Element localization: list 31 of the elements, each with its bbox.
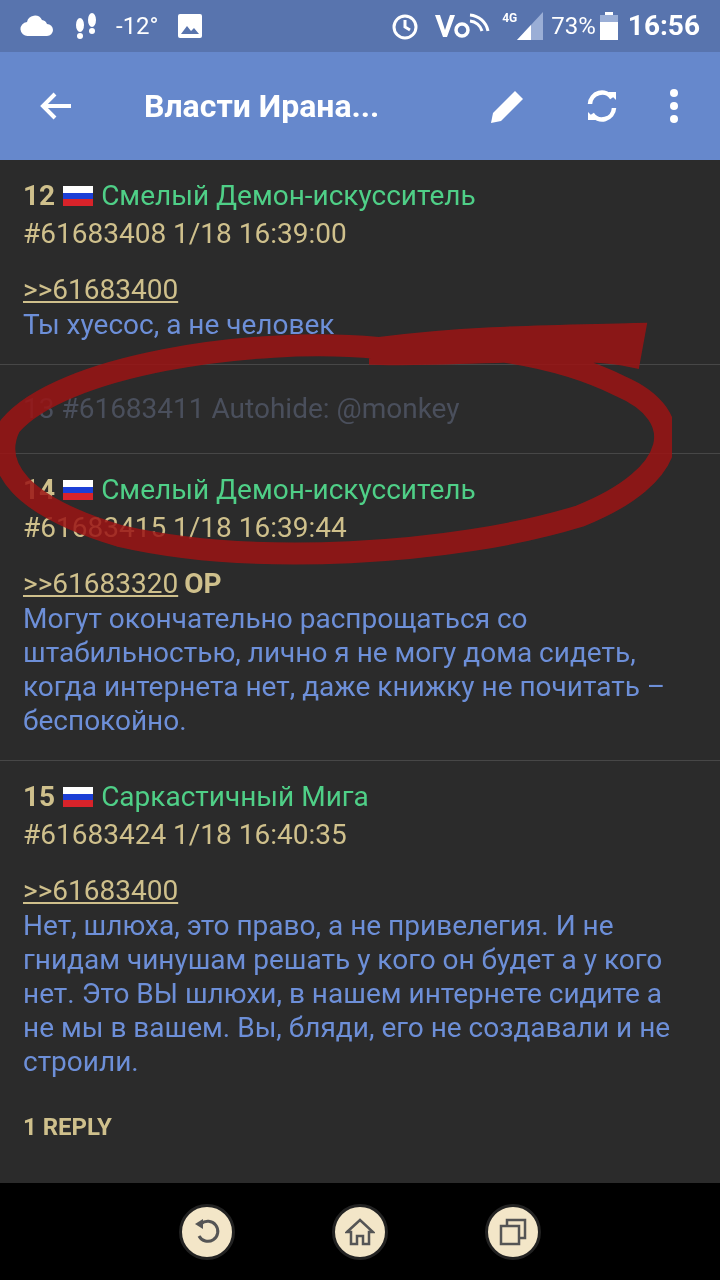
flag-icon [63,186,94,206]
post-body: Могут окончательно распрощаться со штабильностью, лично я не могу дома сидеть, когда интернета нет, даже книжку не почитать – беспокойно. [23,602,667,738]
op-label: OP [184,566,222,602]
temperature: -12° [116,11,159,42]
post-meta: #61683424 1/18 16:40:35 [23,817,347,853]
flag-icon [63,787,94,807]
network-type: 4G [502,12,518,24]
flag-icon [63,480,94,500]
post-number: 15 [23,779,56,815]
more-icon [670,89,678,123]
image-icon [176,13,203,39]
post-body: Нет, шлюха, это право, а не привелегия. И не гнидам чинушам решать у кого он будет а у кого нет. Это ВЫ шлюхи, в нашем интернете сидите а не мы в вашем. Вы, бляди, его не создавали и не строили. [23,909,672,1079]
replies-button[interactable]: 1 REPLY [23,1109,112,1145]
poster-name: Смелый Демон-искусситель [101,472,476,508]
post-number: 12 [23,178,56,214]
quote-link[interactable]: >>61683400 [23,272,179,308]
recents-icon [499,1217,528,1246]
quote-link[interactable]: >>61683320 [23,566,179,602]
poster-name: Смелый Демон-искусситель [101,178,476,214]
quote-link[interactable]: >>61683400 [23,873,179,909]
clock: 16:56 [627,8,700,44]
battery-percent: 73% [551,11,596,42]
back-arrow-icon [39,91,73,121]
battery-icon [599,12,618,40]
home-icon [345,1217,375,1246]
poster-name: Саркастичный Мига [101,779,369,815]
post-body: Ты хуесос, а не человек [23,308,336,342]
post-meta: #61683408 1/18 16:39:00 [23,216,347,252]
thread-title: Власти Ирана... [144,86,380,127]
signal-icon [517,12,544,40]
cloud-icon [20,15,54,37]
